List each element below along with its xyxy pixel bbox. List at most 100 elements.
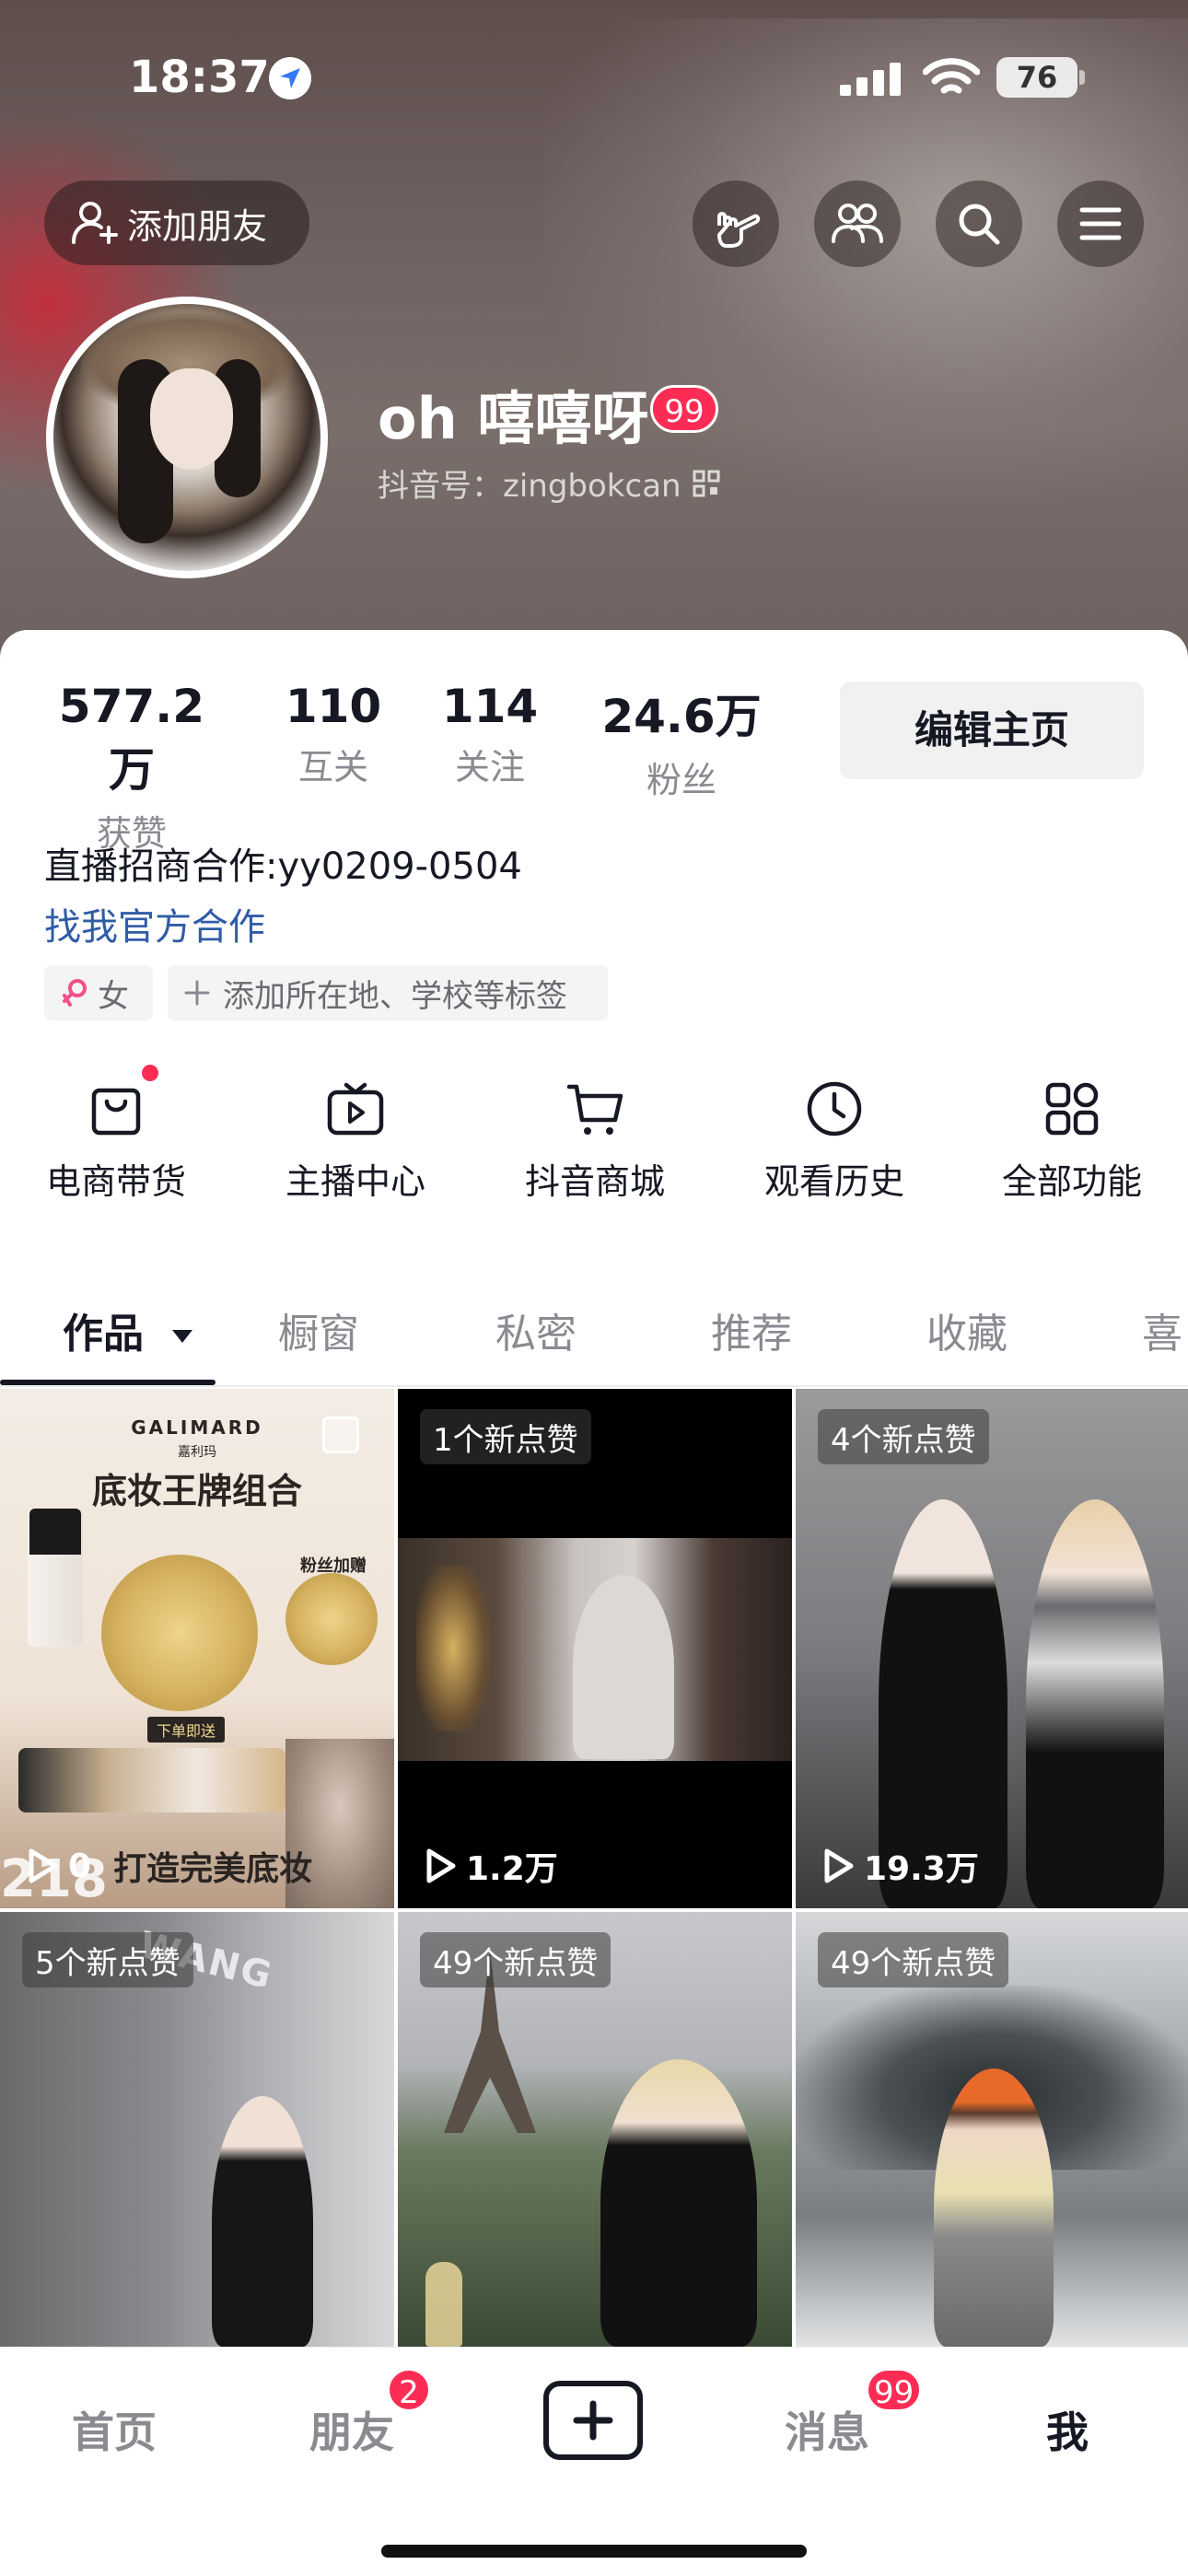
promo-gift-label: 粉丝加赠 xyxy=(300,1556,367,1576)
official-cooperation-link[interactable]: 找我官方合作 xyxy=(44,897,265,950)
person-photo xyxy=(934,2069,1054,2347)
tab-showcase[interactable]: 橱窗 xyxy=(278,1300,359,1359)
notification-dot xyxy=(142,1065,158,1081)
profile-header: 18:37 76 添加朋友 oh 嘻嘻呀 99 抖音号：zingbokcan xyxy=(0,0,1188,700)
play-count: 19.3万 xyxy=(821,1842,979,1890)
play-count: 0 打造完美底妆 xyxy=(26,1842,312,1890)
stat-followers[interactable]: 24.6万 粉丝 xyxy=(589,680,774,802)
douyin-id-text: 抖音号：zingbokcan xyxy=(378,468,681,505)
video-thumbnail[interactable]: WANG 5个新点赞 xyxy=(0,1912,394,2347)
tab-favorites[interactable]: 收藏 xyxy=(926,1300,1007,1359)
tv-play-icon xyxy=(327,1082,384,1136)
feature-label: 观看历史 xyxy=(763,1161,904,1202)
video-thumbnail[interactable]: 4个新点赞 19.3万 xyxy=(796,1389,1188,1908)
add-friend-button[interactable]: 添加朋友 xyxy=(44,181,309,265)
play-count: 1.2万 xyxy=(424,1842,558,1890)
create-post-button[interactable] xyxy=(543,2381,643,2460)
feature-douyin-mall[interactable]: 抖音商城 xyxy=(503,1076,687,1204)
feature-label: 抖音商城 xyxy=(524,1161,665,1202)
nav-me[interactable]: 我 xyxy=(1046,2399,1089,2460)
status-time: 18:37 xyxy=(129,52,270,103)
feature-label: 主播中心 xyxy=(285,1161,425,1202)
mini-compact xyxy=(285,1573,378,1665)
gender-label: 女 xyxy=(98,977,129,1015)
fans-groups-button[interactable] xyxy=(814,181,901,267)
people-icon xyxy=(832,204,883,243)
home-indicator xyxy=(381,2545,807,2558)
feature-label: 电商带货 xyxy=(45,1161,186,1202)
feature-all-functions[interactable]: 全部功能 xyxy=(980,1076,1164,1204)
qrcode-icon xyxy=(693,470,720,496)
person-right xyxy=(1026,1499,1164,1908)
nav-friends[interactable]: 朋友 xyxy=(309,2399,394,2460)
gift-items xyxy=(18,1748,285,1813)
stat-label: 关注 xyxy=(454,747,525,787)
add-tag-button[interactable]: 添加所在地、学校等标签 xyxy=(168,965,608,1020)
username-badge[interactable]: 99 xyxy=(650,385,718,433)
tab-likes[interactable]: 喜 xyxy=(1142,1300,1182,1359)
caret-down-icon xyxy=(172,1330,193,1343)
foundation-bottle xyxy=(28,1509,83,1647)
tab-works[interactable]: 作品 xyxy=(63,1300,194,1359)
person-photo xyxy=(212,2096,313,2347)
gender-tag[interactable]: 女 xyxy=(44,965,153,1020)
video-thumbnail[interactable]: 49个新点赞 xyxy=(796,1912,1188,2347)
stat-mutual[interactable]: 110 互关 xyxy=(278,680,389,789)
play-icon xyxy=(426,1848,456,1883)
stat-value: 577.2万 xyxy=(58,680,205,797)
wifi-icon xyxy=(922,57,981,103)
status-bar: 18:37 76 xyxy=(0,52,1188,107)
visitor-button[interactable] xyxy=(693,181,779,267)
video-thumbnail[interactable]: GALIMARD 嘉利玛 底妆王牌组合 粉丝加赠 下单即送 218 0 打造完美… xyxy=(0,1389,394,1908)
video-thumbnail[interactable]: 1个新点赞 1.2万 xyxy=(398,1389,792,1908)
feature-streamer-center[interactable]: 主播中心 xyxy=(263,1076,448,1204)
edit-profile-button[interactable]: 编辑主页 xyxy=(840,682,1144,779)
bio-text: 直播招商合作:yy0209-0504 xyxy=(44,845,522,888)
stat-label: 粉丝 xyxy=(646,760,716,800)
new-likes-badge: 5个新点赞 xyxy=(22,1932,193,1987)
pointing-hand-icon xyxy=(717,212,761,248)
play-count-value: 19.3万 xyxy=(864,1850,979,1888)
video-frame xyxy=(398,1538,792,1761)
stat-likes[interactable]: 577.2万 获赞 xyxy=(44,680,219,856)
nav-messages[interactable]: 消息 xyxy=(785,2399,869,2460)
order-gift-label: 下单即送 xyxy=(147,1717,226,1743)
cellular-signal-icon xyxy=(840,63,904,99)
avatar-image xyxy=(53,304,320,571)
stat-following[interactable]: 114 关注 xyxy=(435,680,545,789)
grid-icon xyxy=(1045,1082,1099,1136)
play-icon xyxy=(824,1848,854,1883)
add-friend-label: 添加朋友 xyxy=(127,205,268,247)
video-caption: 打造完美底妆 xyxy=(113,1850,313,1888)
feature-watch-history[interactable]: 观看历史 xyxy=(742,1076,926,1204)
stat-value: 110 xyxy=(285,680,382,733)
cushion-compact xyxy=(101,1555,258,1711)
person-photo xyxy=(600,2059,757,2347)
tab-private[interactable]: 私密 xyxy=(495,1300,577,1359)
feature-ecommerce[interactable]: 电商带货 xyxy=(24,1065,208,1204)
nav-home[interactable]: 首页 xyxy=(72,2399,157,2460)
stat-label: 互关 xyxy=(297,747,368,787)
avatar[interactable] xyxy=(46,297,328,578)
location-arrow-icon xyxy=(269,57,311,99)
douyin-id[interactable]: 抖音号：zingbokcan xyxy=(378,460,720,506)
tab-recommended[interactable]: 推荐 xyxy=(711,1300,792,1359)
play-count-value: 0 xyxy=(68,1847,92,1885)
play-icon xyxy=(29,1848,58,1883)
search-icon xyxy=(959,204,1000,245)
battery-icon xyxy=(1079,70,1085,85)
select-checkbox[interactable] xyxy=(322,1416,359,1453)
search-button[interactable] xyxy=(936,181,1022,267)
new-likes-badge: 4个新点赞 xyxy=(818,1409,989,1464)
tab-divider xyxy=(0,1385,1188,1387)
female-symbol-icon xyxy=(63,979,87,1007)
plus-icon xyxy=(184,980,210,1006)
play-count-value: 1.2万 xyxy=(466,1850,558,1888)
video-thumbnail[interactable]: 49个新点赞 xyxy=(398,1912,792,2347)
stat-value: 24.6万 xyxy=(601,690,762,743)
promo-title: 底妆王牌组合 xyxy=(91,1471,302,1511)
feature-label: 全部功能 xyxy=(1001,1161,1142,1202)
champagne-glass xyxy=(425,2262,462,2347)
cart-icon xyxy=(566,1084,623,1135)
menu-button[interactable] xyxy=(1057,181,1144,267)
